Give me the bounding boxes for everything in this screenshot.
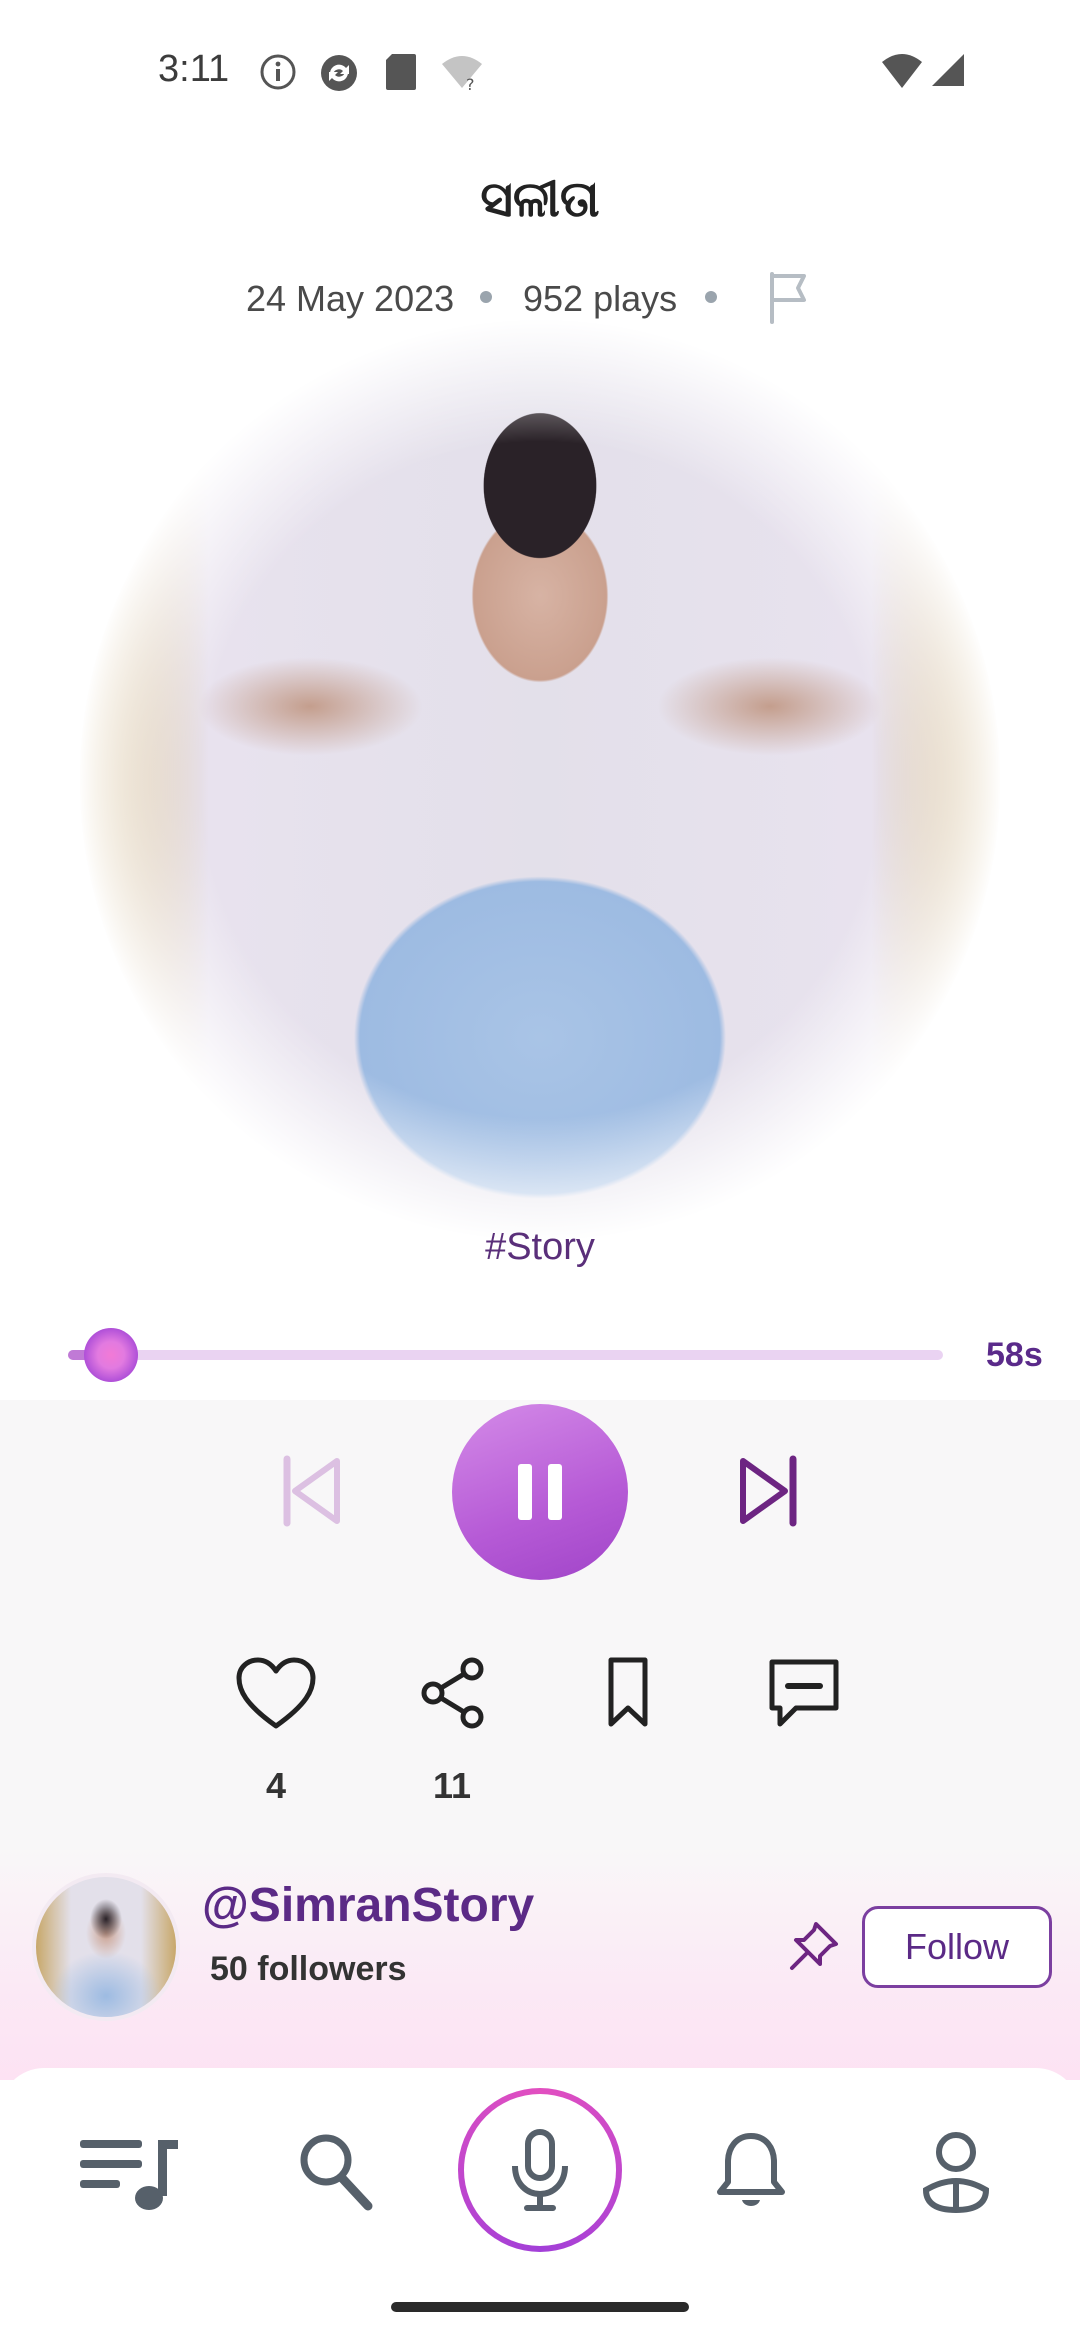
track-artwork: [80, 320, 1000, 1240]
pause-icon: [518, 1464, 562, 1520]
creator-avatar[interactable]: [32, 1873, 180, 2021]
svg-text:?: ?: [466, 75, 475, 92]
meta-separator: [480, 291, 492, 303]
share-count: 11: [432, 1765, 472, 1806]
sync-icon: [321, 55, 357, 91]
playlist-icon[interactable]: [76, 2130, 180, 2218]
creator-handle[interactable]: @SimranStory: [202, 1878, 534, 1933]
progress-track[interactable]: [68, 1350, 943, 1360]
follow-button[interactable]: Follow: [862, 1906, 1052, 1988]
status-bar: 3:11 ?: [0, 0, 1080, 140]
record-button[interactable]: [458, 2088, 622, 2252]
share-button[interactable]: [418, 1656, 488, 1730]
pin-icon[interactable]: [786, 1918, 842, 1974]
artwork-container: [80, 320, 1000, 1240]
track-title: ସଳୀତା: [480, 170, 600, 228]
mic-icon: [512, 2129, 568, 2211]
previous-track-button[interactable]: [275, 1455, 345, 1527]
wifi-icon: [882, 54, 922, 88]
signal-icon: [932, 54, 964, 86]
search-icon[interactable]: [296, 2130, 376, 2214]
follower-count: 50 followers: [210, 1950, 407, 1988]
status-time: 3:11: [158, 48, 230, 90]
pause-button[interactable]: [452, 1404, 628, 1580]
track-hashtag[interactable]: #Story: [0, 1226, 1080, 1269]
bookmark-button[interactable]: [606, 1656, 650, 1730]
meta-separator: [705, 291, 717, 303]
home-indicator: [391, 2302, 689, 2312]
record-button-inner: [464, 2094, 616, 2246]
progress-thumb[interactable]: [84, 1328, 138, 1382]
player-panel: [20, 1290, 1060, 1400]
time-remaining: 58s: [986, 1336, 1043, 1374]
comment-button[interactable]: [766, 1656, 842, 1732]
like-count: 4: [265, 1765, 287, 1806]
sd-card-icon: [386, 54, 416, 90]
wifi-unknown-icon: ?: [442, 56, 482, 92]
profile-icon[interactable]: [920, 2130, 992, 2214]
report-flag-icon[interactable]: [764, 270, 814, 326]
info-icon: [260, 54, 296, 90]
track-plays: 952 plays: [523, 278, 678, 319]
next-track-button[interactable]: [735, 1455, 805, 1527]
bell-icon[interactable]: [716, 2130, 786, 2214]
like-button[interactable]: [235, 1656, 317, 1732]
track-date: 24 May 2023: [246, 278, 455, 319]
